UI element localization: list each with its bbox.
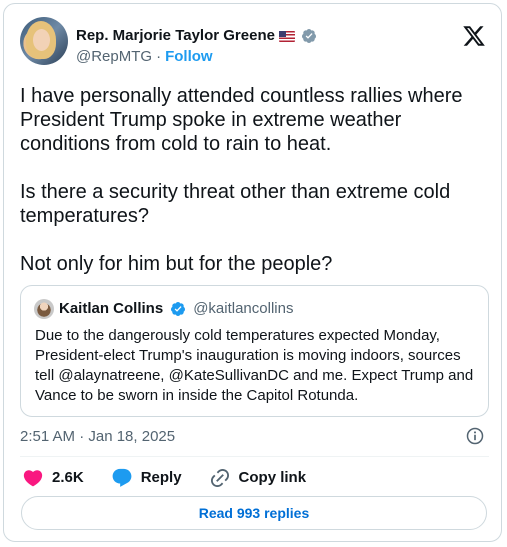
link-icon <box>210 468 229 488</box>
follow-button[interactable]: Follow <box>165 48 213 66</box>
verified-badge-icon <box>171 302 186 316</box>
reply-button[interactable]: Reply <box>111 467 182 489</box>
divider <box>20 456 489 457</box>
author-handle[interactable]: @RepMTG <box>76 48 152 66</box>
copy-link-label: Copy link <box>238 469 307 486</box>
verified-badge-icon <box>301 29 316 43</box>
heart-icon <box>23 470 43 487</box>
quoted-header: Kaitlan Collins @kaitlancollins <box>34 299 293 319</box>
quoted-avatar <box>34 299 54 319</box>
x-logo-icon[interactable] <box>462 24 486 48</box>
author-name[interactable]: Rep. Marjorie Taylor Greene <box>76 27 275 45</box>
read-replies-button[interactable]: Read 993 replies <box>21 496 487 530</box>
tweet-card: Rep. Marjorie Taylor Greene @RepMTG · Fo… <box>3 3 502 542</box>
quoted-author-name: Kaitlan Collins <box>59 300 164 317</box>
separator-dot: · <box>156 48 162 65</box>
author-avatar[interactable] <box>20 17 68 65</box>
like-button[interactable]: 2.6K <box>22 467 84 489</box>
quoted-tweet[interactable]: Kaitlan Collins @kaitlancollins Due to t… <box>20 285 489 417</box>
reply-label: Reply <box>140 469 182 486</box>
like-count: 2.6K <box>52 469 84 486</box>
tweet-text: I have personally attended countless ral… <box>20 85 463 275</box>
copy-link-button[interactable]: Copy link <box>209 467 307 489</box>
info-icon[interactable] <box>465 426 485 446</box>
author-handle-row: @RepMTG · Follow <box>76 48 213 66</box>
timestamp[interactable]: 2:51 AM · Jan 18, 2025 <box>20 427 175 447</box>
quoted-text: Due to the dangerously cold temperatures… <box>35 327 474 404</box>
quoted-author-handle: @kaitlancollins <box>193 300 294 317</box>
action-bar: 2.6K Reply Copy link <box>22 467 333 489</box>
author-name-row: Rep. Marjorie Taylor Greene <box>76 27 317 45</box>
avatar-face <box>33 29 50 51</box>
reply-bubble-icon <box>112 468 132 487</box>
us-flag-icon <box>278 30 295 42</box>
